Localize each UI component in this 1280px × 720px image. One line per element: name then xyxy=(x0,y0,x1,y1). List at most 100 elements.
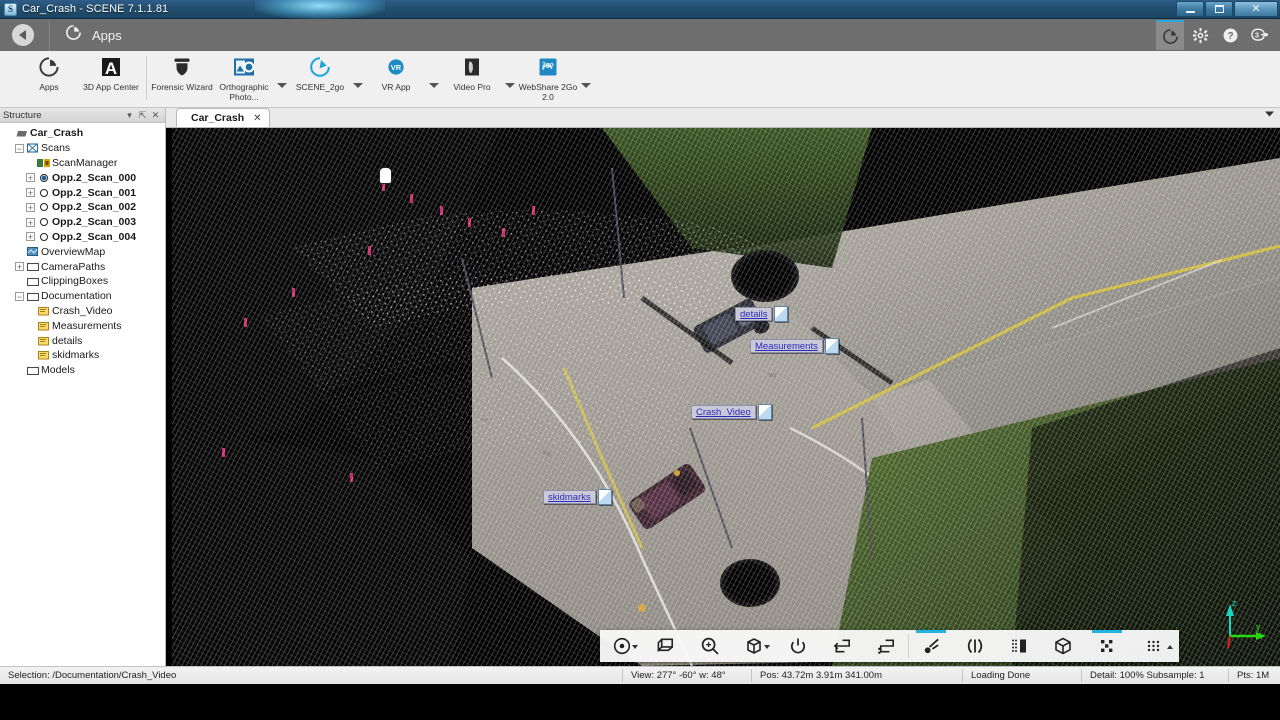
tab-close-icon[interactable]: ✕ xyxy=(253,113,261,124)
pick-point-button[interactable] xyxy=(909,630,953,662)
tree-expander-icon[interactable]: − xyxy=(15,143,24,153)
minimize-button[interactable] xyxy=(1176,1,1204,17)
tree-expander-icon[interactable]: + xyxy=(26,202,35,212)
apps-pie-icon xyxy=(38,55,60,79)
tree-item-scanmanager[interactable]: ScanManager xyxy=(4,156,165,171)
scanmanager-icon xyxy=(37,158,50,168)
ribbon-item-scene-2go[interactable]: SCENE_2go xyxy=(289,51,351,106)
settings-gear-icon[interactable] xyxy=(1186,20,1214,50)
ribbon-label: Apps xyxy=(39,82,59,92)
close-icon[interactable]: ✕ xyxy=(149,110,162,121)
point-display-button[interactable] xyxy=(1085,630,1129,662)
chevron-down-icon xyxy=(764,645,770,649)
align-view-button[interactable] xyxy=(864,630,908,662)
status-view: View: 277° -60° w: 48° xyxy=(631,670,726,681)
orthographic-photo-dropdown[interactable] xyxy=(275,51,289,101)
tree-item-documentation[interactable]: − Documentation xyxy=(4,289,165,304)
tree-expander-icon[interactable]: + xyxy=(26,173,35,183)
marker-label: Measurements xyxy=(750,339,823,353)
scene-app-icon: S xyxy=(4,2,17,16)
apps-icon[interactable] xyxy=(1156,20,1184,50)
ribbon-item-vr-app[interactable]: VR VR App xyxy=(365,51,427,106)
tree-item-label: Opp.2_Scan_001 xyxy=(52,186,137,199)
tree-item-details[interactable]: details xyxy=(4,333,165,348)
ribbon-item-apps[interactable]: Apps xyxy=(18,51,80,106)
ribbon-item-3d-app-center[interactable]: A 3D App Center xyxy=(80,51,142,106)
support-chat-icon[interactable]: 3 xyxy=(1246,20,1274,50)
tree-expander-icon[interactable]: + xyxy=(26,232,35,242)
pin-icon[interactable]: ⇱ xyxy=(136,110,149,121)
ribbon-separator xyxy=(146,56,147,100)
tree-item-scans[interactable]: − Scans xyxy=(4,141,165,156)
annotation-marker-crash-video[interactable]: Crash_Video xyxy=(691,404,772,420)
ribbon-item-orthographic-photo[interactable]: Orthographic Photo... xyxy=(213,51,275,106)
tree-item-opp-2-scan-001[interactable]: + Opp.2_Scan_001 xyxy=(4,185,165,200)
folder-icon xyxy=(26,262,39,272)
tree-item-opp-2-scan-000[interactable]: + Opp.2_Scan_000 xyxy=(4,170,165,185)
tree-item-crash-video[interactable]: Crash_Video xyxy=(4,304,165,319)
annotation-marker-measurements[interactable]: Measurements xyxy=(750,338,839,354)
tree-item-opp-2-scan-003[interactable]: + Opp.2_Scan_003 xyxy=(4,215,165,230)
tree-item-opp-2-scan-004[interactable]: + Opp.2_Scan_004 xyxy=(4,230,165,245)
bounding-box-button[interactable] xyxy=(1041,630,1085,662)
status-bar: Selection: /Documentation/Crash_Video Vi… xyxy=(0,666,1280,684)
help-question-icon[interactable]: ? xyxy=(1216,20,1244,50)
reset-view-button[interactable] xyxy=(776,630,820,662)
vr-app-dropdown[interactable] xyxy=(427,51,441,101)
tree-item-label: details xyxy=(52,334,83,347)
panel-title: Structure xyxy=(3,109,42,121)
ribbon-label: VR App xyxy=(381,82,411,92)
tree-item-skidmarks[interactable]: skidmarks xyxy=(4,348,165,363)
tree-expander-icon[interactable]: + xyxy=(15,262,24,272)
desktop-background xyxy=(0,684,1280,720)
scene-2go-dropdown[interactable] xyxy=(351,51,365,101)
clipping-plane-button[interactable] xyxy=(953,630,997,662)
ribbon-item-forensic-wizard[interactable]: Forensic Wizard xyxy=(151,51,213,106)
dropdown-icon[interactable]: ▾ xyxy=(123,110,136,121)
tree-expander-icon[interactable]: + xyxy=(26,188,35,198)
tree-item-measurements[interactable]: Measurements xyxy=(4,318,165,333)
navigation-mode-button[interactable] xyxy=(600,630,644,662)
tab-overflow-icon[interactable] xyxy=(1264,105,1275,123)
webshare-2go-dropdown[interactable] xyxy=(579,51,593,101)
axis-z-label: z xyxy=(1232,598,1237,608)
back-arrow-icon xyxy=(18,30,26,40)
view-cube-button[interactable] xyxy=(732,630,776,662)
tree-item-label: CameraPaths xyxy=(41,260,106,273)
tree-item-car-crash[interactable]: Car_Crash xyxy=(4,126,165,141)
close-button[interactable]: ✕ xyxy=(1234,1,1278,17)
fly-through-button[interactable] xyxy=(644,630,688,662)
back-button[interactable] xyxy=(12,24,34,46)
maximize-button[interactable] xyxy=(1205,1,1233,17)
3d-viewport[interactable]: details Measurements Crash_Video skidmar… xyxy=(172,128,1280,666)
document-icon xyxy=(37,306,50,316)
document-icon xyxy=(774,306,789,322)
tree-expander-icon[interactable]: − xyxy=(15,291,24,301)
ribbon-item-webshare-2go[interactable]: 2go WebShare 2Go 2.0 xyxy=(517,51,579,106)
rotate-view-button[interactable] xyxy=(820,630,864,662)
video-pro-dropdown[interactable] xyxy=(503,51,517,101)
tree-item-label: Crash_Video xyxy=(52,304,113,317)
title-bar-glow xyxy=(255,0,385,19)
tree-item-label: Opp.2_Scan_003 xyxy=(52,216,137,229)
zoom-tool-button[interactable] xyxy=(688,630,732,662)
split-view-button[interactable] xyxy=(997,630,1041,662)
tree-item-label: Scans xyxy=(41,142,71,155)
scan-icon xyxy=(37,188,50,197)
more-options-button[interactable] xyxy=(1129,630,1179,662)
tree-item-models[interactable]: Models xyxy=(4,363,165,378)
tree-item-overviewmap[interactable]: OverviewMap xyxy=(4,244,165,259)
status-selection: Selection: /Documentation/Crash_Video xyxy=(8,670,177,681)
annotation-marker-details[interactable]: details xyxy=(735,306,789,322)
tab-car-crash[interactable]: Car_Crash ✕ xyxy=(176,108,270,127)
folder-icon xyxy=(26,277,39,286)
tree-item-camerapaths[interactable]: + CameraPaths xyxy=(4,259,165,274)
chevron-down-icon xyxy=(632,645,638,649)
marker-label: skidmarks xyxy=(543,490,596,504)
tree-expander-icon[interactable]: + xyxy=(26,217,35,227)
tree-item-opp-2-scan-002[interactable]: + Opp.2_Scan_002 xyxy=(4,200,165,215)
tree-item-clippingboxes[interactable]: ClippingBoxes xyxy=(4,274,165,289)
annotation-marker-skidmarks[interactable]: skidmarks xyxy=(543,489,612,505)
ribbon-item-video-pro[interactable]: Video Pro xyxy=(441,51,503,106)
